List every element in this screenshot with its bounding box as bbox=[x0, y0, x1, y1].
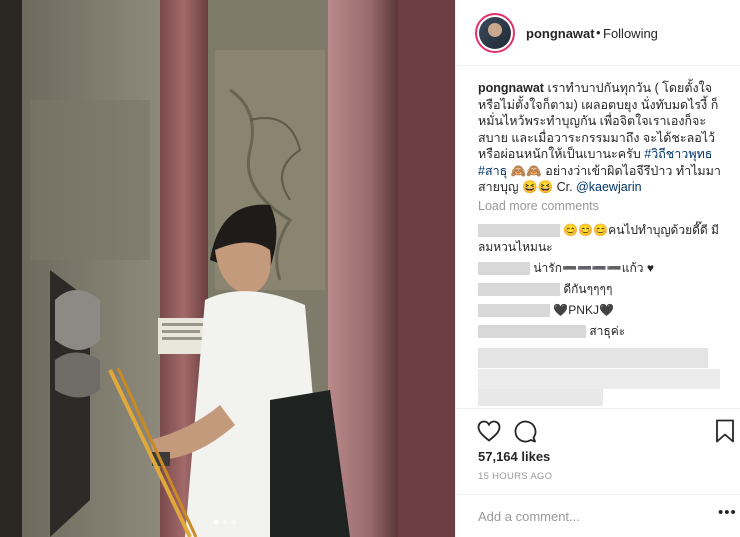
username-link[interactable]: pongnawat bbox=[526, 26, 595, 41]
more-options-icon[interactable]: ••• bbox=[718, 504, 737, 521]
blurred-username bbox=[478, 262, 530, 276]
hashtag-link[interactable]: #วิถีชาวพุทธ bbox=[644, 147, 712, 161]
bookmark-icon[interactable] bbox=[715, 419, 735, 448]
add-comment-input[interactable]: Add a comment... bbox=[478, 509, 580, 524]
comment-item: 🖤PNKJ🖤 bbox=[478, 302, 614, 319]
comment-text: ดีกันๆๆๆๆ bbox=[563, 282, 613, 296]
post-photo-illustration bbox=[0, 0, 455, 537]
mention-link[interactable]: @kaewjarin bbox=[576, 180, 642, 194]
post-caption: pongnawat เราทำบาปกันทุกวัน ( โดยตั้งใจ … bbox=[478, 80, 736, 196]
comment-item: น่ารัก➖➖➖➖แก้ว ♥ bbox=[478, 260, 654, 277]
caption-username[interactable]: pongnawat bbox=[478, 81, 544, 95]
likes-count[interactable]: 57,164 likes bbox=[478, 449, 550, 464]
post-image[interactable] bbox=[0, 0, 455, 537]
post-timestamp[interactable]: 15 HOURS AGO bbox=[478, 471, 552, 482]
comment-text: สาธุค่ะ bbox=[589, 324, 626, 338]
heart-icon[interactable] bbox=[477, 420, 501, 447]
comment-item: 😊😊😊คนไปทำบุญด้วยดี๊ดี มี bbox=[478, 222, 719, 239]
comment-text: น่ารัก➖➖➖➖แก้ว ♥ bbox=[533, 261, 654, 275]
comment-text: 😊😊😊คนไปทำบุญด้วยดี๊ดี มี bbox=[563, 223, 719, 237]
add-comment-bar: Add a comment... ••• bbox=[456, 494, 740, 537]
following-button[interactable]: Following bbox=[603, 26, 658, 41]
actions-divider bbox=[456, 408, 740, 410]
comment-text: 🖤PNKJ🖤 bbox=[553, 303, 614, 317]
comment-item: ดีกันๆๆๆๆ bbox=[478, 281, 612, 298]
comment-icon[interactable] bbox=[513, 419, 537, 448]
load-more-comments-button[interactable]: Load more comments bbox=[478, 199, 599, 213]
separator-dot: • bbox=[596, 25, 601, 40]
comment-item-continuation: ลมหวนไหมนะ bbox=[478, 239, 553, 256]
blurred-comment bbox=[478, 389, 603, 406]
blurred-username bbox=[478, 224, 560, 238]
blurred-username bbox=[478, 283, 560, 297]
blurred-username bbox=[478, 304, 550, 318]
post-side-panel: pongnawat • Following pongnawat เราทำบาป… bbox=[455, 0, 740, 537]
comment-text: ลมหวนไหมนะ bbox=[478, 240, 553, 254]
post-header: pongnawat • Following bbox=[456, 0, 740, 66]
blurred-comment bbox=[478, 369, 720, 389]
blurred-comment bbox=[478, 348, 708, 368]
blurred-username bbox=[478, 325, 586, 339]
hashtag-link[interactable]: #สาธุ bbox=[478, 164, 507, 178]
avatar[interactable] bbox=[475, 13, 515, 53]
comment-item: สาธุค่ะ bbox=[478, 323, 625, 340]
